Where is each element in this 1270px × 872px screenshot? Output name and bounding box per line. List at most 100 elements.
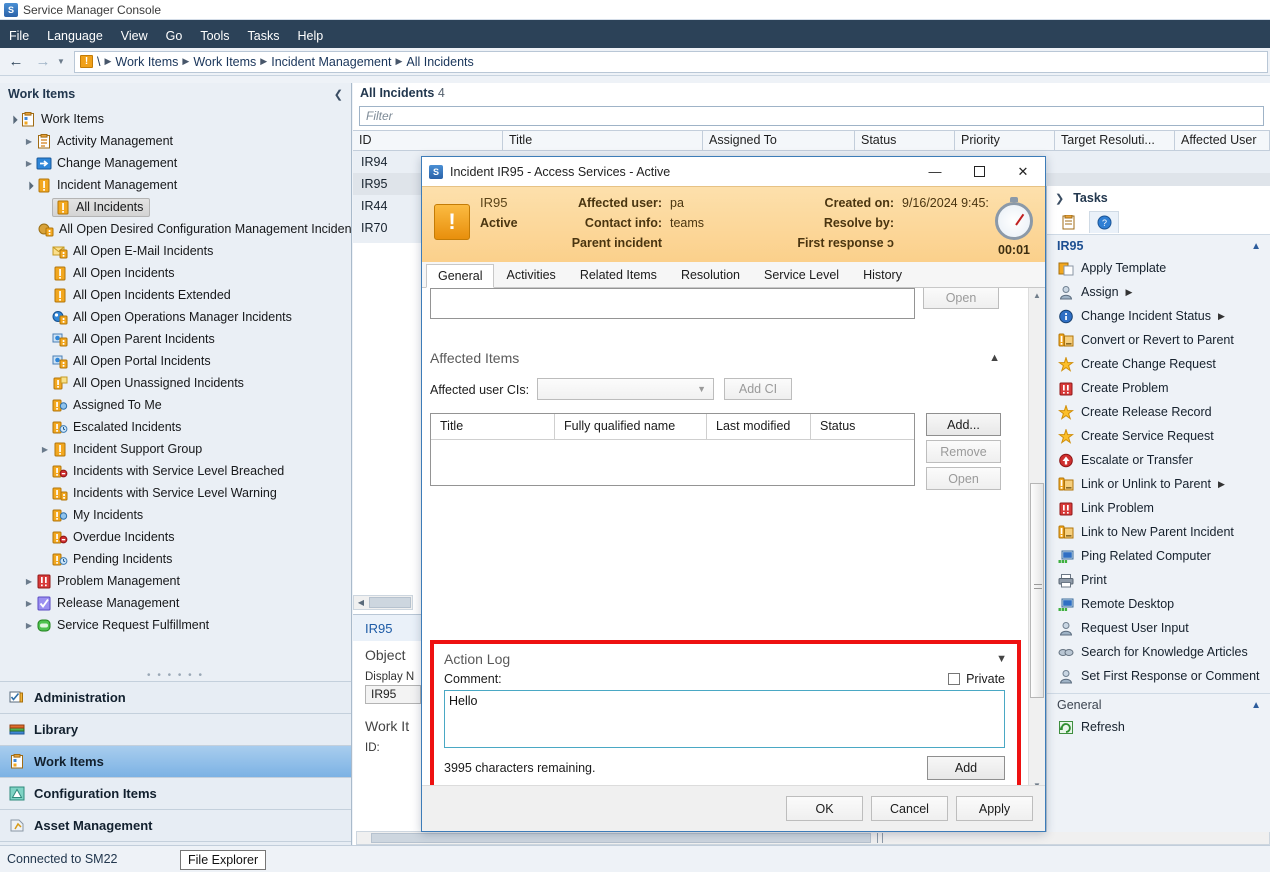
task-item-link-problem[interactable]: Link Problem [1047, 496, 1270, 520]
tree-item-all-incidents[interactable]: All Incidents [0, 196, 351, 218]
scrollbar-thumb[interactable] [1030, 483, 1044, 698]
tree-item-wrapper[interactable]: All Open Portal Incidents [52, 354, 211, 369]
tree-item-all-open-parent-incidents[interactable]: All Open Parent Incidents [0, 328, 351, 350]
apply-button[interactable]: Apply [956, 796, 1033, 821]
task-item-apply-template[interactable]: Apply Template [1047, 256, 1270, 280]
tree-item-wrapper[interactable]: Pending Incidents [52, 552, 172, 567]
task-item-create-service-request[interactable]: Create Service Request [1047, 424, 1270, 448]
grid-column-status[interactable]: Status [855, 131, 955, 150]
grid-column-affected-user[interactable]: Affected User [1175, 131, 1270, 150]
breadcrumb-item-3[interactable]: All Incidents [406, 55, 473, 69]
dialog-vertical-scrollbar[interactable]: ▲ ▼ [1028, 288, 1045, 793]
task-item-request-user-input[interactable]: Request User Input [1047, 616, 1270, 640]
dialog-tab-general[interactable]: General [426, 264, 495, 288]
tree-item-wrapper[interactable]: Change Management [36, 156, 177, 171]
tree-item-assigned-to-me[interactable]: Assigned To Me [0, 394, 351, 416]
tree-item-wrapper[interactable]: Activity Management [36, 133, 173, 149]
tree-item-incident-management[interactable]: ◢ Incident Management [0, 174, 351, 196]
tree-item-wrapper[interactable]: My Incidents [52, 508, 143, 523]
menu-go[interactable]: Go [157, 26, 192, 46]
tree-item-work-items[interactable]: ◢ Work Items [0, 108, 351, 130]
tree-item-wrapper[interactable]: Incidents with Service Level Warning [52, 486, 277, 501]
private-checkbox-group[interactable]: Private [948, 672, 1005, 686]
grid-column-priority[interactable]: Priority [955, 131, 1055, 150]
workspace-button-configuration-items[interactable]: Configuration Items [0, 777, 351, 809]
tree-item-change-management[interactable]: ▶ Change Management [0, 152, 351, 174]
task-item-escalate-or-transfer[interactable]: Escalate or Transfer [1047, 448, 1270, 472]
tasks-group-header-general[interactable]: General ▲ [1047, 694, 1270, 715]
content-horizontal-scrollbar[interactable] [356, 831, 1270, 845]
tree-item-wrapper[interactable]: Overdue Incidents [52, 530, 174, 545]
dialog-tab-related-items[interactable]: Related Items [568, 263, 669, 287]
tree-item-wrapper[interactable]: Service Request Fulfillment [36, 618, 209, 633]
tree-item-wrapper[interactable]: Work Items [20, 111, 104, 127]
scroll-up-icon[interactable]: ▲ [1029, 288, 1045, 303]
add-comment-button[interactable]: Add [927, 756, 1005, 780]
affected-user-cis-combo[interactable]: ▼ [537, 378, 714, 400]
dialog-tab-history[interactable]: History [851, 263, 914, 287]
twisty-collapsed-icon[interactable]: ▶ [22, 137, 36, 146]
private-checkbox[interactable] [948, 673, 961, 685]
breadcrumb-item-2[interactable]: Incident Management [271, 55, 391, 69]
grid-column-target-resoluti[interactable]: Target Resoluti... [1055, 131, 1175, 150]
detail-display-name-value[interactable]: IR95 [365, 685, 421, 704]
tree-item-wrapper[interactable]: All Open Unassigned Incidents [52, 376, 244, 391]
scroll-left-icon[interactable]: ◀ [354, 598, 368, 607]
tree-item-incidents-with-service-level-warning[interactable]: Incidents with Service Level Warning [0, 482, 351, 504]
tree-item-pending-incidents[interactable]: Pending Incidents [0, 548, 351, 570]
comment-input[interactable] [444, 690, 1005, 748]
task-item-change-incident-status[interactable]: Change Incident Status ▶ [1047, 304, 1270, 328]
affected-items-section-header[interactable]: Affected Items ▲ [430, 350, 1000, 366]
task-item-set-first-response-or-comment[interactable]: Set First Response or Comment [1047, 664, 1270, 688]
task-item-link-to-new-parent-incident[interactable]: Link to New Parent Incident [1047, 520, 1270, 544]
tree-item-wrapper[interactable]: Problem Management [36, 574, 180, 589]
task-item-search-for-knowledge-articles[interactable]: Search for Knowledge Articles [1047, 640, 1270, 664]
tree-item-wrapper[interactable]: All Open E-Mail Incidents [52, 244, 213, 259]
dialog-tab-service-level[interactable]: Service Level [752, 263, 851, 287]
tree-item-my-incidents[interactable]: My Incidents [0, 504, 351, 526]
twisty-collapsed-icon[interactable]: ▶ [22, 577, 36, 586]
affected-items-table[interactable]: Title Fully qualified name Last modified… [430, 413, 915, 486]
grid-column-assigned-to[interactable]: Assigned To [703, 131, 855, 150]
tree-item-service-request-fulfillment[interactable]: ▶ Service Request Fulfillment [0, 614, 351, 636]
collapse-sidebar-icon[interactable]: ❮ [334, 88, 343, 101]
tasks-tab-icon[interactable] [1053, 211, 1083, 233]
task-item-ping-related-computer[interactable]: Ping Related Computer [1047, 544, 1270, 568]
chevron-up-icon[interactable]: ▲ [989, 352, 1000, 364]
description-field-partial[interactable] [430, 288, 915, 319]
workspace-button-administration[interactable]: Administration [0, 681, 351, 713]
menu-language[interactable]: Language [38, 26, 112, 46]
tree-item-wrapper[interactable]: Release Management [36, 596, 179, 611]
minimize-button[interactable]: — [913, 157, 957, 186]
dialog-tab-resolution[interactable]: Resolution [669, 263, 752, 287]
tree-item-wrapper[interactable]: Escalated Incidents [52, 420, 181, 435]
tree-item-wrapper[interactable]: All Open Incidents Extended [52, 288, 231, 303]
task-item-assign[interactable]: Assign ▶ [1047, 280, 1270, 304]
grid-horizontal-scrollbar[interactable]: ◀ [353, 595, 413, 610]
dialog-tab-activities[interactable]: Activities [494, 263, 567, 287]
workspace-button-library[interactable]: Library [0, 713, 351, 745]
help-tab-icon[interactable]: ? [1089, 211, 1119, 233]
task-item-create-problem[interactable]: Create Problem [1047, 376, 1270, 400]
ok-button[interactable]: OK [786, 796, 863, 821]
tree-item-all-open-operations-manager-incidents[interactable]: All Open Operations Manager Incidents [0, 306, 351, 328]
tree-item-wrapper[interactable]: Assigned To Me [52, 398, 162, 413]
tree-item-all-open-incidents-extended[interactable]: All Open Incidents Extended [0, 284, 351, 306]
chevron-up-icon[interactable]: ▲ [1251, 700, 1261, 711]
tree-item-incidents-with-service-level-breached[interactable]: Incidents with Service Level Breached [0, 460, 351, 482]
scrollbar-track[interactable] [1029, 303, 1045, 778]
menu-tasks[interactable]: Tasks [239, 26, 289, 46]
workspace-button-asset-management[interactable]: Asset Management [0, 809, 351, 841]
chevron-up-icon[interactable]: ▲ [1251, 241, 1261, 252]
tree-item-wrapper[interactable]: All Open Desired Configuration Managemen… [38, 222, 351, 237]
back-icon[interactable]: ← [5, 51, 27, 73]
dialog-titlebar[interactable]: S Incident IR95 - Access Services - Acti… [422, 157, 1045, 186]
workspace-button-work-items[interactable]: Work Items [0, 745, 351, 777]
tree-item-release-management[interactable]: ▶ Release Management [0, 592, 351, 614]
filter-input[interactable]: Filter [359, 106, 1264, 126]
twisty-expanded-icon[interactable]: ◢ [5, 111, 21, 127]
tree-item-activity-management[interactable]: ▶ Activity Management [0, 130, 351, 152]
splitter-grip[interactable]: • • • • • • [0, 668, 351, 681]
twisty-collapsed-icon[interactable]: ▶ [38, 445, 52, 454]
tree-item-all-open-incidents[interactable]: All Open Incidents [0, 262, 351, 284]
